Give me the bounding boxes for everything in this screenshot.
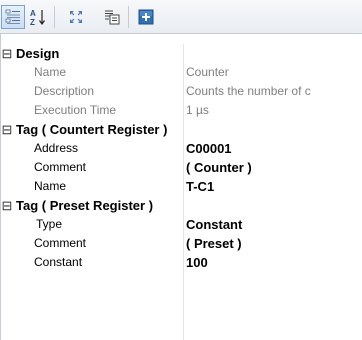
- add-icon: [138, 9, 154, 25]
- toolbar-separator: [54, 6, 55, 28]
- property-value: 1 µs: [186, 103, 209, 117]
- property-label: Constant: [34, 255, 83, 269]
- property-value[interactable]: 100: [186, 253, 362, 272]
- property-value[interactable]: Constant: [186, 215, 362, 234]
- expand-collapse-icon: [70, 11, 82, 23]
- category-label: Design: [16, 46, 60, 61]
- add-button[interactable]: [134, 5, 158, 29]
- property-row-preset-comment[interactable]: Comment ( Preset ): [0, 234, 362, 253]
- property-label: Type: [36, 217, 63, 231]
- sort-alphabetical-icon: A Z: [30, 9, 45, 26]
- sort-glyph-z: Z: [30, 18, 35, 26]
- property-grid: ⊟ Design Name Counter Description Counts…: [0, 44, 362, 272]
- property-value[interactable]: ( Preset ): [186, 234, 362, 253]
- property-value[interactable]: ( Counter ): [186, 158, 362, 177]
- categorized-button[interactable]: [1, 5, 25, 29]
- property-row-description[interactable]: Description Counts the number of c: [0, 82, 362, 101]
- property-row-execution-time[interactable]: Execution Time 1 µs: [0, 101, 362, 120]
- property-pages-icon: [105, 10, 120, 25]
- property-value[interactable]: T-C1: [186, 177, 362, 196]
- property-row-tag-name[interactable]: Name T-C1: [0, 177, 362, 196]
- collapse-icon[interactable]: ⊟: [1, 44, 13, 63]
- property-row-constant[interactable]: Constant 100: [0, 253, 362, 272]
- category-label: Tag ( Preset Register ): [16, 198, 154, 213]
- property-label: Name: [34, 179, 67, 193]
- category-tag-counter-register[interactable]: ⊟ Tag ( Countert Register ): [0, 120, 362, 139]
- property-value[interactable]: C00001: [186, 139, 362, 158]
- collapse-icon[interactable]: ⊟: [1, 120, 13, 139]
- property-label: Name: [34, 65, 67, 79]
- category-design[interactable]: ⊟ Design: [0, 44, 362, 63]
- property-label: Execution Time: [34, 103, 117, 117]
- category-label: Tag ( Countert Register ): [16, 122, 168, 137]
- sort-alphabetical-button[interactable]: A Z: [26, 5, 50, 29]
- property-label: Comment: [34, 160, 87, 174]
- categorized-icon: [5, 9, 20, 24]
- toolbar-border: [0, 33, 362, 34]
- property-grid-toolbar: A Z: [0, 0, 362, 34]
- property-row-name[interactable]: Name Counter: [0, 63, 362, 82]
- collapse-icon[interactable]: ⊟: [1, 196, 13, 215]
- property-row-address[interactable]: Address C00001: [0, 139, 362, 158]
- toolbar-separator: [128, 6, 129, 28]
- property-label: Comment: [34, 236, 87, 250]
- sort-glyph-a: A: [30, 9, 36, 18]
- property-label: Description: [34, 84, 95, 98]
- property-row-type[interactable]: Type Constant: [0, 215, 362, 234]
- property-pages-button[interactable]: [100, 5, 124, 29]
- property-value: Counter: [186, 65, 229, 79]
- category-tag-preset-register[interactable]: ⊟ Tag ( Preset Register ): [0, 196, 362, 215]
- property-row-comment[interactable]: Comment ( Counter ): [0, 158, 362, 177]
- expand-collapse-button[interactable]: [64, 5, 88, 29]
- property-value: Counts the number of c: [186, 84, 311, 98]
- property-label: Address: [34, 141, 79, 155]
